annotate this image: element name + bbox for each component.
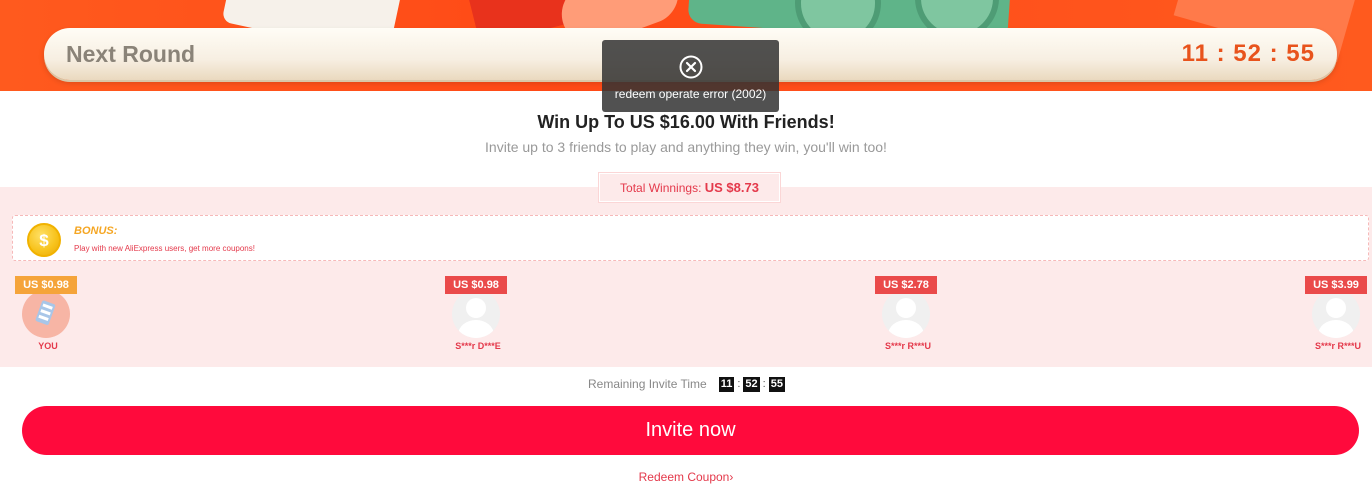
chevron-right-icon: › bbox=[729, 470, 734, 484]
avatar-placeholder-icon bbox=[882, 290, 930, 338]
winnings-ribbon: US $0.98 bbox=[445, 276, 507, 294]
dollar-coin-icon: $ bbox=[27, 223, 61, 257]
friend-name: S***r R***U bbox=[884, 341, 932, 351]
remaining-invite-time-label: Remaining Invite Time bbox=[588, 377, 707, 391]
friends-panel bbox=[0, 187, 1372, 367]
redeem-coupon-link[interactable]: Redeem Coupon› bbox=[0, 470, 1372, 484]
coin-symbol: $ bbox=[39, 231, 49, 250]
friend-slot-2[interactable]: US $2.78 S***r R***U bbox=[872, 276, 944, 356]
friend-slot-3[interactable]: US $3.99 S***r R***U bbox=[1302, 276, 1372, 356]
error-toast: redeem operate error (2002) bbox=[602, 40, 779, 112]
avatar-placeholder-icon bbox=[1312, 290, 1360, 338]
bonus-description: Play with new AliExpress users, get more… bbox=[74, 244, 255, 253]
close-circle-icon[interactable] bbox=[679, 55, 703, 79]
friend-name: YOU bbox=[38, 341, 58, 351]
winnings-ribbon: US $2.78 bbox=[875, 276, 937, 294]
winnings-ribbon: US $3.99 bbox=[1305, 276, 1367, 294]
page: Next Round 11 : 52 : 55 Win Up To US $16… bbox=[0, 0, 1372, 492]
timer-separator: : bbox=[737, 378, 741, 390]
timer-hours: 11 bbox=[718, 376, 735, 392]
friend-name: S***r D***E bbox=[455, 341, 501, 351]
timer-separator: : bbox=[762, 378, 766, 390]
bonus-title: BONUS: bbox=[74, 225, 118, 237]
total-winnings-value: US $8.73 bbox=[704, 180, 759, 195]
avatar-placeholder-icon bbox=[452, 290, 500, 338]
timer-seconds: 55 bbox=[768, 376, 785, 392]
avatar bbox=[22, 290, 70, 338]
total-winnings-label: Total Winnings: bbox=[620, 181, 702, 195]
remaining-invite-time: Remaining Invite Time 11 : 52 : 55 bbox=[588, 376, 785, 392]
friend-slot-1[interactable]: US $0.98 S***r D***E bbox=[442, 276, 514, 356]
friend-slot-you: US $0.98 YOU bbox=[12, 276, 84, 356]
next-round-title: Next Round bbox=[66, 41, 196, 67]
bonus-banner: $ BONUS: Play with new AliExpress users,… bbox=[12, 215, 1369, 261]
invite-now-button[interactable]: Invite now bbox=[22, 406, 1359, 455]
friend-name: S***r R***U bbox=[1314, 341, 1362, 351]
winnings-ribbon: US $0.98 bbox=[15, 276, 77, 294]
next-round-timer: 11 : 52 : 55 bbox=[1181, 40, 1315, 67]
toast-message: redeem operate error (2002) bbox=[614, 87, 767, 101]
promo-headline: Win Up To US $16.00 With Friends! bbox=[537, 112, 835, 132]
redeem-coupon-label: Redeem Coupon bbox=[638, 470, 730, 484]
promo-subline: Invite up to 3 friends to play and anyth… bbox=[485, 139, 887, 155]
total-winnings: Total Winnings: US $8.73 bbox=[599, 173, 780, 202]
timer-minutes: 52 bbox=[743, 376, 760, 392]
user-photo-icon bbox=[35, 300, 56, 325]
